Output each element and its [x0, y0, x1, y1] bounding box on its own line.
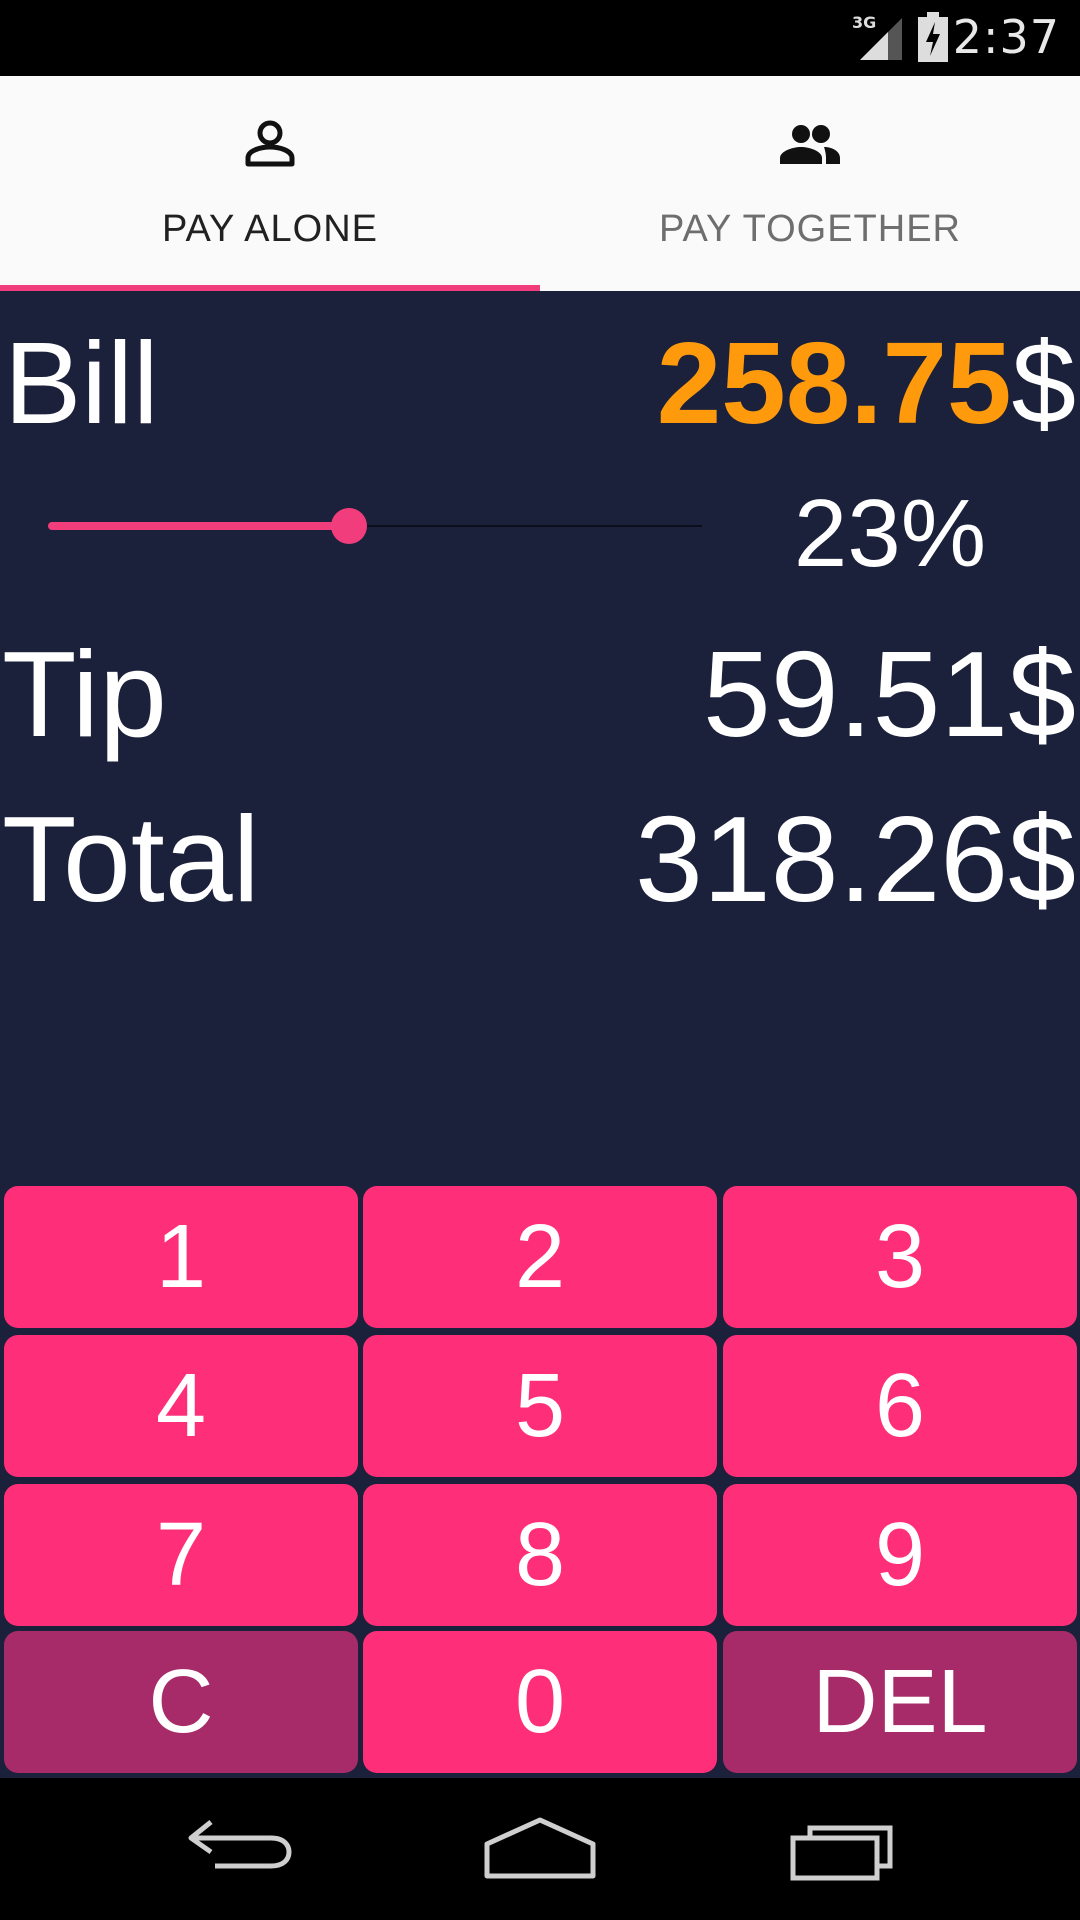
clear-button[interactable]: C — [4, 1631, 358, 1773]
delete-button[interactable]: DEL — [723, 1631, 1077, 1773]
key-4[interactable]: 4 — [4, 1335, 358, 1477]
battery-icon — [918, 12, 948, 62]
total-label: Total — [2, 791, 260, 927]
key-8[interactable]: 8 — [363, 1484, 717, 1626]
back-icon[interactable] — [185, 1816, 295, 1876]
person-icon — [245, 120, 295, 167]
tab-pay-alone[interactable]: PAY ALONE — [0, 76, 540, 291]
tip-value: 59.51$ — [702, 626, 1076, 762]
calculator-panel: Bill 258.75$ 23% Tip 59.51$ Total 318.26… — [0, 291, 1080, 1778]
key-1[interactable]: 1 — [4, 1186, 358, 1328]
key-7[interactable]: 7 — [4, 1484, 358, 1626]
home-icon[interactable] — [484, 1816, 596, 1880]
bill-amount: 258.75 — [656, 318, 1012, 448]
tab-pay-alone-label: PAY ALONE — [162, 208, 378, 250]
people-icon — [780, 125, 840, 164]
tip-percent-slider[interactable] — [48, 501, 702, 551]
tab-pay-together-label: PAY TOGETHER — [658, 208, 961, 250]
tab-bar: PAY ALONE PAY TOGETHER — [0, 76, 1080, 291]
navigation-bar — [0, 1778, 1080, 1920]
slider-thumb[interactable] — [330, 508, 367, 544]
bill-label: Bill — [4, 318, 159, 448]
key-0[interactable]: 0 — [363, 1631, 717, 1773]
key-6[interactable]: 6 — [723, 1335, 1077, 1477]
status-bar: 3G 2:37 — [0, 0, 1080, 76]
total-value: 318.26$ — [635, 791, 1076, 927]
recents-icon[interactable] — [790, 1816, 896, 1882]
slider-fill — [48, 522, 349, 530]
bill-currency: $ — [1011, 318, 1076, 448]
tip-percent-label: 23% — [793, 480, 987, 587]
clock: 2:37 — [952, 10, 1060, 64]
key-3[interactable]: 3 — [723, 1186, 1077, 1328]
app-root: 3G 2:37 PAY ALONE PAY TOGETHER Bill 258.… — [0, 0, 1080, 1920]
bill-value[interactable]: 258.75$ — [657, 316, 1076, 450]
key-2[interactable]: 2 — [363, 1186, 717, 1328]
key-9[interactable]: 9 — [723, 1484, 1077, 1626]
network-type: 3G — [852, 13, 876, 32]
tab-pay-together[interactable]: PAY TOGETHER — [540, 76, 1080, 291]
key-5[interactable]: 5 — [363, 1335, 717, 1477]
tip-label: Tip — [2, 626, 167, 762]
signal-icon: 3G — [852, 13, 902, 60]
